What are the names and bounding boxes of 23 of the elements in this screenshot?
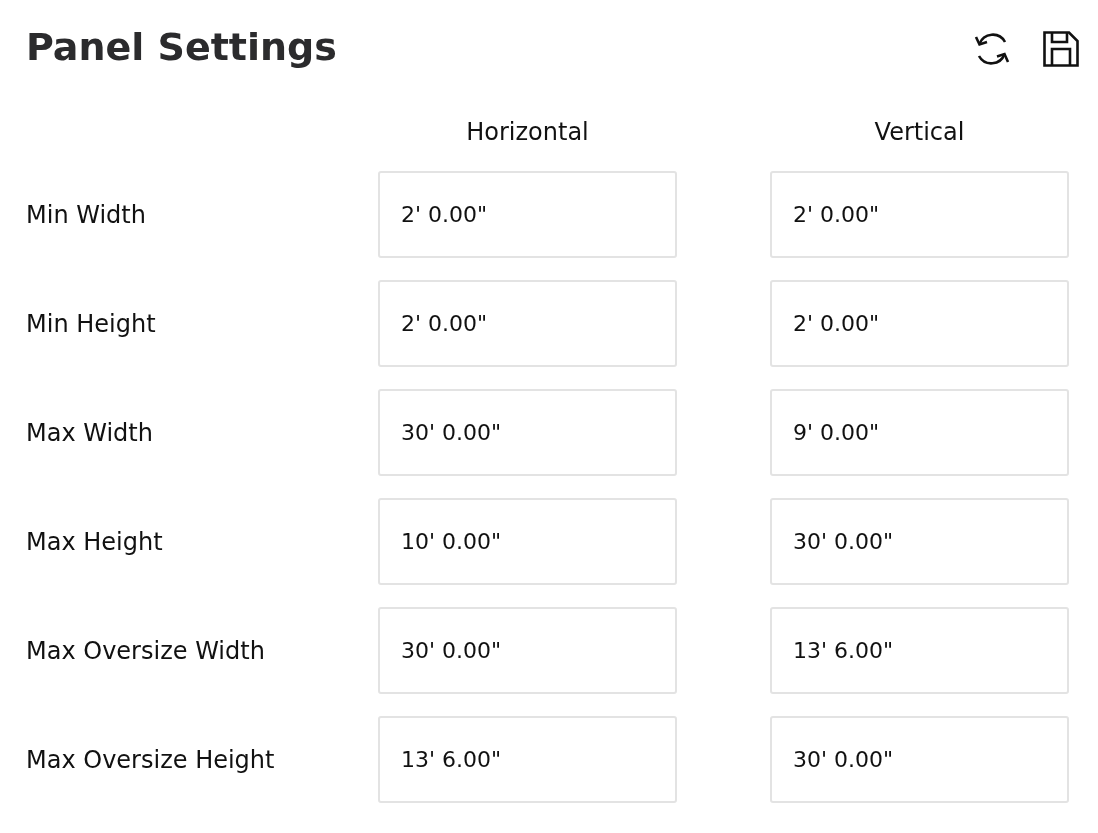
save-button[interactable] — [1043, 31, 1079, 67]
field-label: Max Oversize Height — [26, 745, 275, 774]
input-field[interactable]: 10' 0.00" — [378, 498, 677, 585]
input-field[interactable]: 30' 0.00" — [378, 607, 677, 694]
field-label: Min Height — [26, 309, 156, 338]
input-field[interactable]: 2' 0.00" — [378, 280, 677, 367]
field-label: Max Width — [26, 418, 153, 447]
input-field[interactable]: 2' 0.00" — [770, 280, 1069, 367]
input-field[interactable]: 13' 6.00" — [378, 716, 677, 803]
input-field[interactable]: 9' 0.00" — [770, 389, 1069, 476]
input-field[interactable]: 30' 0.00" — [770, 716, 1069, 803]
field-label: Max Oversize Width — [26, 636, 265, 665]
save-icon — [1043, 31, 1079, 67]
field-label: Min Width — [26, 200, 146, 229]
column-header: Vertical — [874, 117, 965, 147]
input-field[interactable]: 2' 0.00" — [770, 171, 1069, 258]
input-field[interactable]: 30' 0.00" — [770, 498, 1069, 585]
field-label: Max Height — [26, 527, 163, 556]
input-field[interactable]: 30' 0.00" — [378, 389, 677, 476]
page-title: Panel Settings — [26, 25, 337, 69]
column-header: Horizontal — [466, 117, 589, 147]
input-field[interactable]: 13' 6.00" — [770, 607, 1069, 694]
input-field[interactable]: 2' 0.00" — [378, 171, 677, 258]
